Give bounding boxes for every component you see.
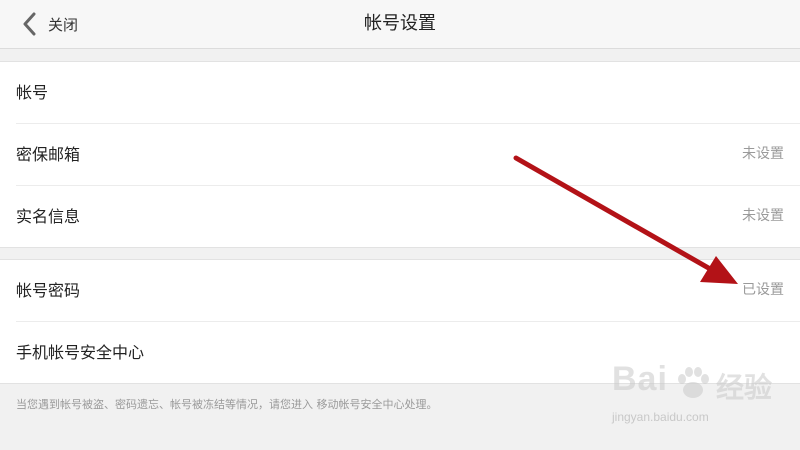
row-label: 实名信息: [16, 207, 81, 226]
row-label: 帐号密码: [16, 281, 81, 300]
nav-header: 关闭 帐号设置: [0, 0, 800, 49]
watermark-url: jingyan.baidu.com: [612, 410, 709, 424]
row-label: 密保邮箱: [16, 145, 81, 164]
help-footnote: 当您遇到帐号被盗、密码遗忘、帐号被冻结等情况，请您进入 移动帐号安全中心处理。: [16, 398, 438, 411]
row-value: 未设置: [742, 208, 784, 224]
row-value: 未设置: [742, 146, 784, 162]
close-button[interactable]: 关闭: [22, 10, 78, 38]
row-label: 帐号: [16, 83, 49, 102]
row-real-name[interactable]: 实名信息 未设置: [16, 186, 800, 247]
row-mobile-security-center[interactable]: 手机帐号安全中心: [16, 322, 800, 383]
chevron-left-icon: [22, 12, 36, 36]
close-label: 关闭: [48, 15, 79, 34]
row-value: 已设置: [742, 282, 784, 298]
row-account-password[interactable]: 帐号密码 已设置: [16, 260, 800, 322]
row-security-email[interactable]: 密保邮箱 未设置: [16, 124, 800, 186]
row-account[interactable]: 帐号: [16, 62, 800, 124]
account-info-group: 帐号 密保邮箱 未设置 实名信息 未设置: [0, 61, 800, 248]
page-title: 帐号设置: [364, 13, 436, 34]
security-group: 帐号密码 已设置 手机帐号安全中心: [0, 259, 800, 384]
row-label: 手机帐号安全中心: [16, 343, 145, 362]
